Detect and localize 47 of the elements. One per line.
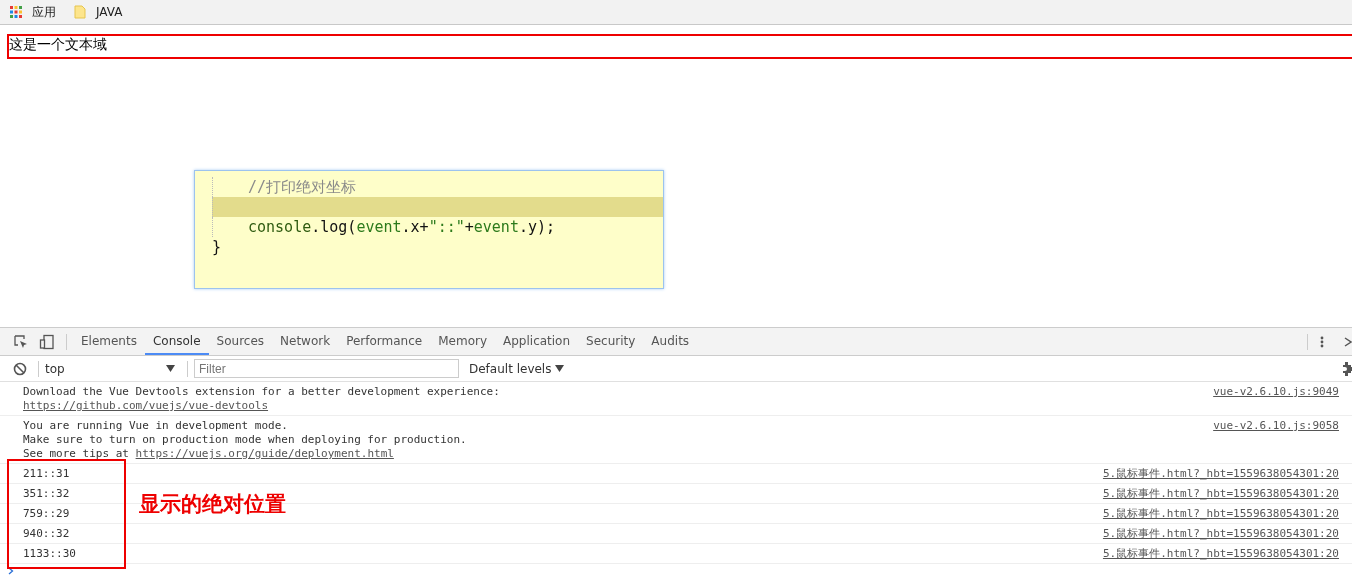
devtools-tab[interactable]: Application <box>495 328 579 355</box>
console-message: 759::29 <box>23 507 70 520</box>
dropdown-arrow-icon <box>555 365 565 372</box>
console-message: 211::31 <box>23 467 70 480</box>
console-message: You are running Vue in development mode. <box>23 419 288 432</box>
more-menu-icon[interactable] <box>1319 334 1325 349</box>
console-link[interactable]: https://github.com/vuejs/vue-devtools <box>23 399 269 412</box>
source-link[interactable]: 5.鼠标事件.html?_hbt=1559638054301:20 <box>1102 467 1339 481</box>
devtools-tab[interactable]: Sources <box>208 328 273 355</box>
console-message: 940::32 <box>23 527 70 540</box>
filter-field[interactable]: Filter <box>194 359 459 378</box>
console-message: Make sure to turn on production mode when deploying for production. <box>23 433 467 446</box>
source-link[interactable]: 5.鼠标事件.html?_hbt=1559638054301:20 <box>1102 487 1339 501</box>
devtools-tab[interactable]: Memory <box>430 328 495 355</box>
code-line: } <box>211 237 223 257</box>
source-link[interactable]: 5.鼠标事件.html?_hbt=1559638054301:20 <box>1102 507 1339 521</box>
dropdown-arrow-icon <box>166 365 175 372</box>
console-link[interactable]: https://vuejs.org/guide/deployment.html <box>135 447 394 460</box>
devtools-tab[interactable]: Audits <box>643 328 698 355</box>
prompt-chevron-icon <box>8 567 14 575</box>
source-link[interactable]: 5.鼠标事件.html?_hbt=1559638054301:20 <box>1102 547 1339 561</box>
devtools-tab[interactable]: Security <box>578 328 644 355</box>
bookmark-item[interactable]: JAVA <box>74 5 123 19</box>
inspect-cursor-icon[interactable] <box>13 333 29 350</box>
console-message: 351::32 <box>23 487 70 500</box>
console-message: Download the Vue Devtools extension for a better development experience: <box>23 385 500 398</box>
context-dropdown[interactable]: top <box>45 361 181 376</box>
text-area[interactable]: 这是一个文本域 <box>7 34 1352 59</box>
console-message: See more tips at <box>23 447 130 460</box>
clear-console-icon[interactable] <box>13 361 27 376</box>
devtools-tab[interactable]: Performance <box>338 328 431 355</box>
bookmark-item[interactable]: 应用 <box>10 3 56 21</box>
annotation-text: 显示的绝对位置 <box>139 490 286 518</box>
folder-icon <box>74 5 86 19</box>
devtools-tab[interactable]: Network <box>272 328 339 355</box>
source-link[interactable]: vue-v2.6.10.js:9058 <box>1213 419 1339 461</box>
devtools-tab[interactable]: Elements <box>73 328 145 355</box>
source-link[interactable]: vue-v2.6.10.js:9049 <box>1213 385 1339 413</box>
settings-icon[interactable] <box>1342 361 1352 376</box>
source-link[interactable]: 5.鼠标事件.html?_hbt=1559638054301:20 <box>1102 527 1339 541</box>
apps-grid-icon <box>10 6 22 18</box>
close-icon[interactable] <box>1344 336 1352 347</box>
levels-dropdown[interactable]: Default levels <box>469 361 565 376</box>
devtools-tab[interactable]: Console <box>144 328 209 355</box>
device-toolbar-icon[interactable] <box>39 333 55 350</box>
code-line: console.log(event.x+"::"+event.y); <box>212 217 663 237</box>
console-message: 1133::30 <box>23 547 76 560</box>
